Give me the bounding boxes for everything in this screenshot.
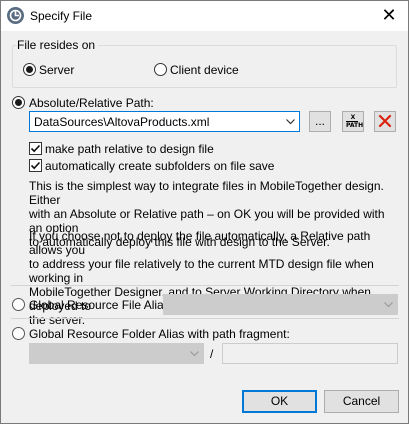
- client-device-radio[interactable]: [154, 63, 167, 76]
- chevron-down-icon: [384, 302, 393, 308]
- chevron-down-icon: [190, 351, 199, 357]
- path-fragment-input[interactable]: [222, 343, 398, 364]
- absolute-path-radio[interactable]: [12, 96, 25, 109]
- checkmark-icon: [30, 144, 41, 153]
- xpath-icon: X PATH: [346, 114, 363, 129]
- file-location-group-label: File resides on: [17, 38, 99, 52]
- help-text-line: This is the simplest way to integrate fi…: [29, 179, 384, 207]
- create-subfolders-checkbox[interactable]: [29, 159, 42, 172]
- ok-button[interactable]: OK: [242, 390, 317, 413]
- absolute-path-radio-label[interactable]: Absolute/Relative Path:: [29, 96, 154, 110]
- section-divider: [11, 285, 399, 286]
- chevron-down-icon: [286, 119, 295, 125]
- global-folder-alias-combo[interactable]: [29, 343, 204, 364]
- cancel-button[interactable]: Cancel: [324, 390, 399, 413]
- server-radio[interactable]: [23, 63, 36, 76]
- global-file-alias-combo[interactable]: [163, 294, 398, 315]
- global-folder-alias-radio[interactable]: [12, 327, 25, 340]
- specify-file-dialog: Specify File ✕ File resides on Server Cl…: [0, 0, 409, 424]
- relative-path-checkbox[interactable]: [29, 142, 42, 155]
- xpath-icon-top: X: [350, 114, 356, 121]
- server-radio-label[interactable]: Server: [39, 63, 74, 77]
- altova-app-icon: [7, 7, 24, 24]
- delete-path-button[interactable]: [374, 111, 396, 132]
- global-file-alias-radio[interactable]: [12, 298, 25, 311]
- browse-button[interactable]: ...: [309, 111, 331, 132]
- global-folder-alias-label[interactable]: Global Resource Folder Alias with path f…: [29, 327, 290, 341]
- xpath-icon-bottom: PATH: [346, 122, 364, 129]
- checkmark-icon: [30, 161, 41, 170]
- create-subfolders-label[interactable]: automatically create subfolders on file …: [45, 159, 274, 173]
- section-divider: [11, 318, 399, 319]
- path-separator: /: [210, 347, 214, 361]
- dialog-body: File resides on Server Client device Abs…: [1, 31, 408, 423]
- xpath-button[interactable]: X PATH: [342, 111, 364, 132]
- close-icon[interactable]: ✕: [380, 6, 398, 24]
- relative-path-label[interactable]: make path relative to design file: [45, 142, 214, 156]
- help-text-line: If you choose not to deploy the file aut…: [29, 229, 371, 257]
- delete-x-icon: [378, 114, 392, 128]
- path-combo-value: DataSources\AltovaProducts.xml: [34, 115, 210, 129]
- window-title: Specify File: [30, 9, 93, 23]
- help-text-line: to address your file relatively to the c…: [29, 257, 374, 285]
- title-bar: Specify File ✕: [1, 1, 408, 31]
- client-device-radio-label[interactable]: Client device: [170, 63, 239, 77]
- browse-button-label: ...: [314, 114, 325, 128]
- global-file-alias-label[interactable]: Global Resource File Alias:: [29, 298, 173, 312]
- help-text-line: the server.: [29, 313, 86, 327]
- path-combo[interactable]: DataSources\AltovaProducts.xml: [29, 111, 300, 132]
